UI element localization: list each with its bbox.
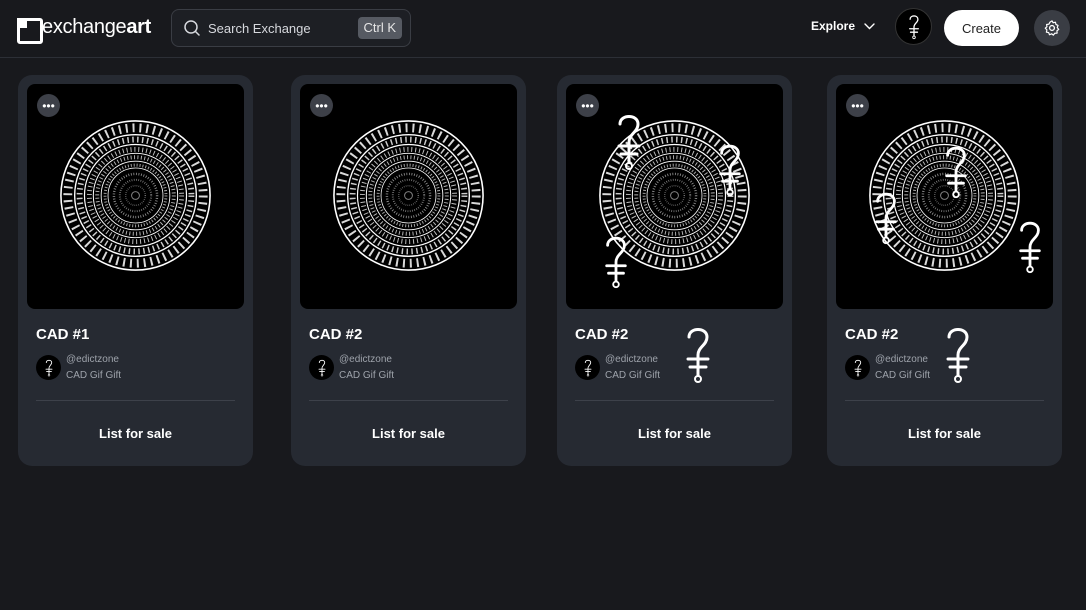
more-options-button[interactable]: ••• <box>310 94 333 117</box>
chevron-down-icon <box>864 22 875 29</box>
nft-title[interactable]: CAD #2 <box>575 326 628 343</box>
more-horizontal-icon: ••• <box>42 98 55 113</box>
search-box[interactable]: Ctrl K <box>171 9 411 47</box>
creator-glyph-icon <box>854 359 861 377</box>
card-divider <box>36 400 235 401</box>
more-horizontal-icon: ••• <box>315 98 328 113</box>
logo-text-regular: exchange <box>42 16 127 38</box>
nft-title[interactable]: CAD #1 <box>36 326 89 343</box>
nft-card[interactable]: ••• CAD #1 @edictzone CAD Gif Gift List … <box>18 75 253 466</box>
exchange-art-logo-icon <box>17 17 43 44</box>
top-bar: exchangeart Ctrl K Explore Create <box>0 0 1086 58</box>
more-options-button[interactable]: ••• <box>576 94 599 117</box>
creator-glyph-icon <box>318 359 325 377</box>
collection-name[interactable]: CAD Gif Gift <box>66 370 121 381</box>
nft-image[interactable]: ••• <box>836 84 1053 309</box>
logo-text: exchangeart <box>42 16 151 39</box>
creator-glyph-icon <box>584 359 591 377</box>
collection-name[interactable]: CAD Gif Gift <box>605 370 660 381</box>
creator-avatar[interactable] <box>309 355 334 380</box>
list-for-sale-button[interactable]: List for sale <box>36 421 235 445</box>
creator-avatar[interactable] <box>36 355 61 380</box>
nft-title[interactable]: CAD #2 <box>845 326 898 343</box>
list-for-sale-button[interactable]: List for sale <box>309 421 508 445</box>
creator-handle[interactable]: @edictzone <box>339 354 392 365</box>
nft-image[interactable]: ••• <box>566 84 783 309</box>
card-divider <box>575 400 774 401</box>
search-icon <box>184 20 200 36</box>
creator-glyph-icon <box>45 359 52 377</box>
creator-avatar[interactable] <box>845 355 870 380</box>
more-options-button[interactable]: ••• <box>846 94 869 117</box>
nft-title[interactable]: CAD #2 <box>309 326 362 343</box>
creator-avatar[interactable] <box>575 355 600 380</box>
nft-image[interactable]: ••• <box>27 84 244 309</box>
settings-button[interactable] <box>1034 10 1070 46</box>
create-button[interactable]: Create <box>944 10 1019 46</box>
explore-menu[interactable]: Explore <box>811 19 875 33</box>
search-input[interactable] <box>208 18 358 38</box>
more-horizontal-icon: ••• <box>851 98 864 113</box>
creator-handle[interactable]: @edictzone <box>605 354 658 365</box>
nft-card[interactable]: ••• CAD #2 @edictzone CAD Gif Gift List … <box>557 75 792 466</box>
list-for-sale-button[interactable]: List for sale <box>575 421 774 445</box>
avatar-glyph-icon <box>908 14 919 39</box>
search-shortcut-badge: Ctrl K <box>357 17 402 39</box>
more-horizontal-icon: ••• <box>581 98 594 113</box>
collection-name[interactable]: CAD Gif Gift <box>875 370 930 381</box>
logo-text-bold: art <box>126 16 152 38</box>
creator-handle[interactable]: @edictzone <box>875 354 928 365</box>
gear-icon <box>1044 20 1060 36</box>
nft-card[interactable]: ••• CAD #2 @edictzone CAD Gif Gift List … <box>291 75 526 466</box>
nft-image[interactable]: ••• <box>300 84 517 309</box>
card-divider <box>309 400 508 401</box>
explore-label: Explore <box>811 19 856 33</box>
glyph-decoration-icon <box>686 328 710 384</box>
glyph-decoration-icon <box>946 328 970 384</box>
creator-handle[interactable]: @edictzone <box>66 354 119 365</box>
more-options-button[interactable]: ••• <box>37 94 60 117</box>
nft-card[interactable]: ••• CAD #2 @edictzone CAD Gif Gift List … <box>827 75 1062 466</box>
list-for-sale-button[interactable]: List for sale <box>845 421 1044 445</box>
card-divider <box>845 400 1044 401</box>
user-avatar[interactable] <box>895 8 932 45</box>
collection-name[interactable]: CAD Gif Gift <box>339 370 394 381</box>
exchange-art-logo[interactable]: exchangeart <box>17 16 151 44</box>
